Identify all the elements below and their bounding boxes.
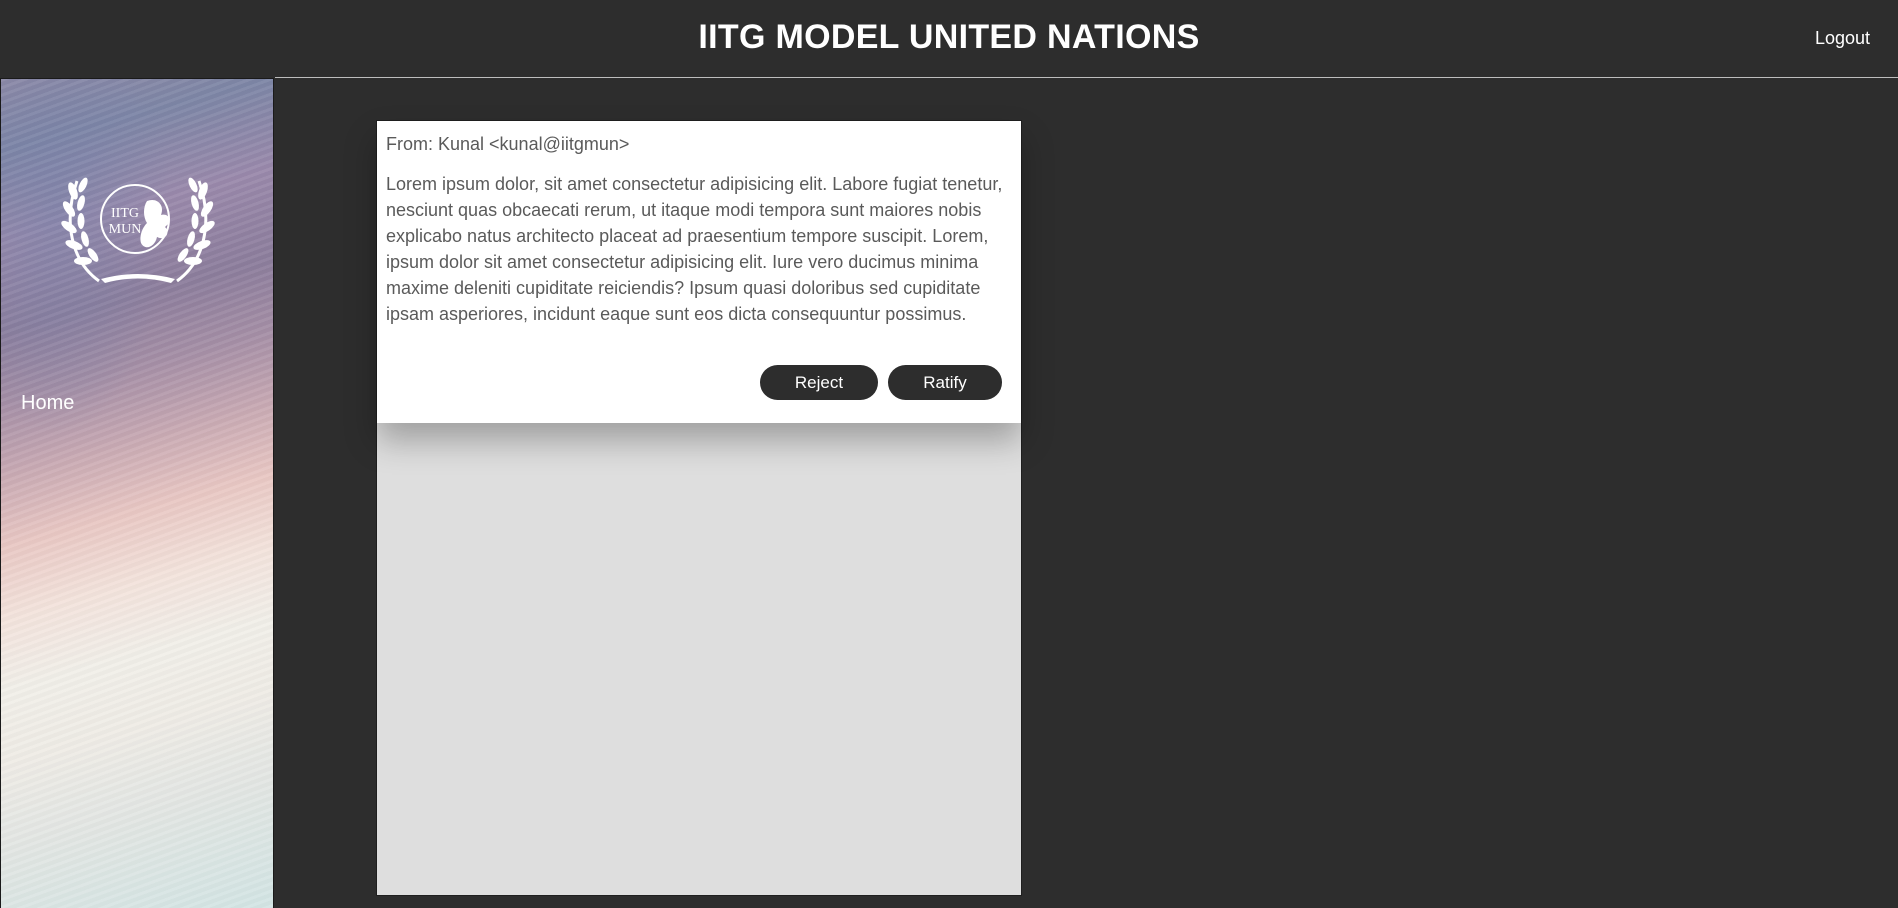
laurel-emblem-icon: IITG MUN <box>61 177 215 283</box>
logo-icon: IITG MUN <box>61 161 215 285</box>
sidebar: IITG MUN Home <box>0 78 274 908</box>
message-sender: From: Kunal <kunal@iitgmun> <box>386 134 630 154</box>
logout-link[interactable]: Logout <box>1815 28 1870 49</box>
header-divider <box>275 77 1898 78</box>
top-header: IITG MODEL UNITED NATIONS Logout <box>0 0 1898 78</box>
logo-text-line2: MUN <box>109 222 142 237</box>
page-title: IITG MODEL UNITED NATIONS <box>698 18 1200 56</box>
sidebar-item-home[interactable]: Home <box>21 392 74 415</box>
message-card: From: Kunal <kunal@iitgmun> Lorem ipsum … <box>377 121 1021 423</box>
logo-text-line1: IITG <box>111 206 139 221</box>
reject-button[interactable]: Reject <box>760 365 878 400</box>
ratify-button[interactable]: Ratify <box>888 365 1002 400</box>
message-body: Lorem ipsum dolor, sit amet consectetur … <box>386 174 1003 324</box>
